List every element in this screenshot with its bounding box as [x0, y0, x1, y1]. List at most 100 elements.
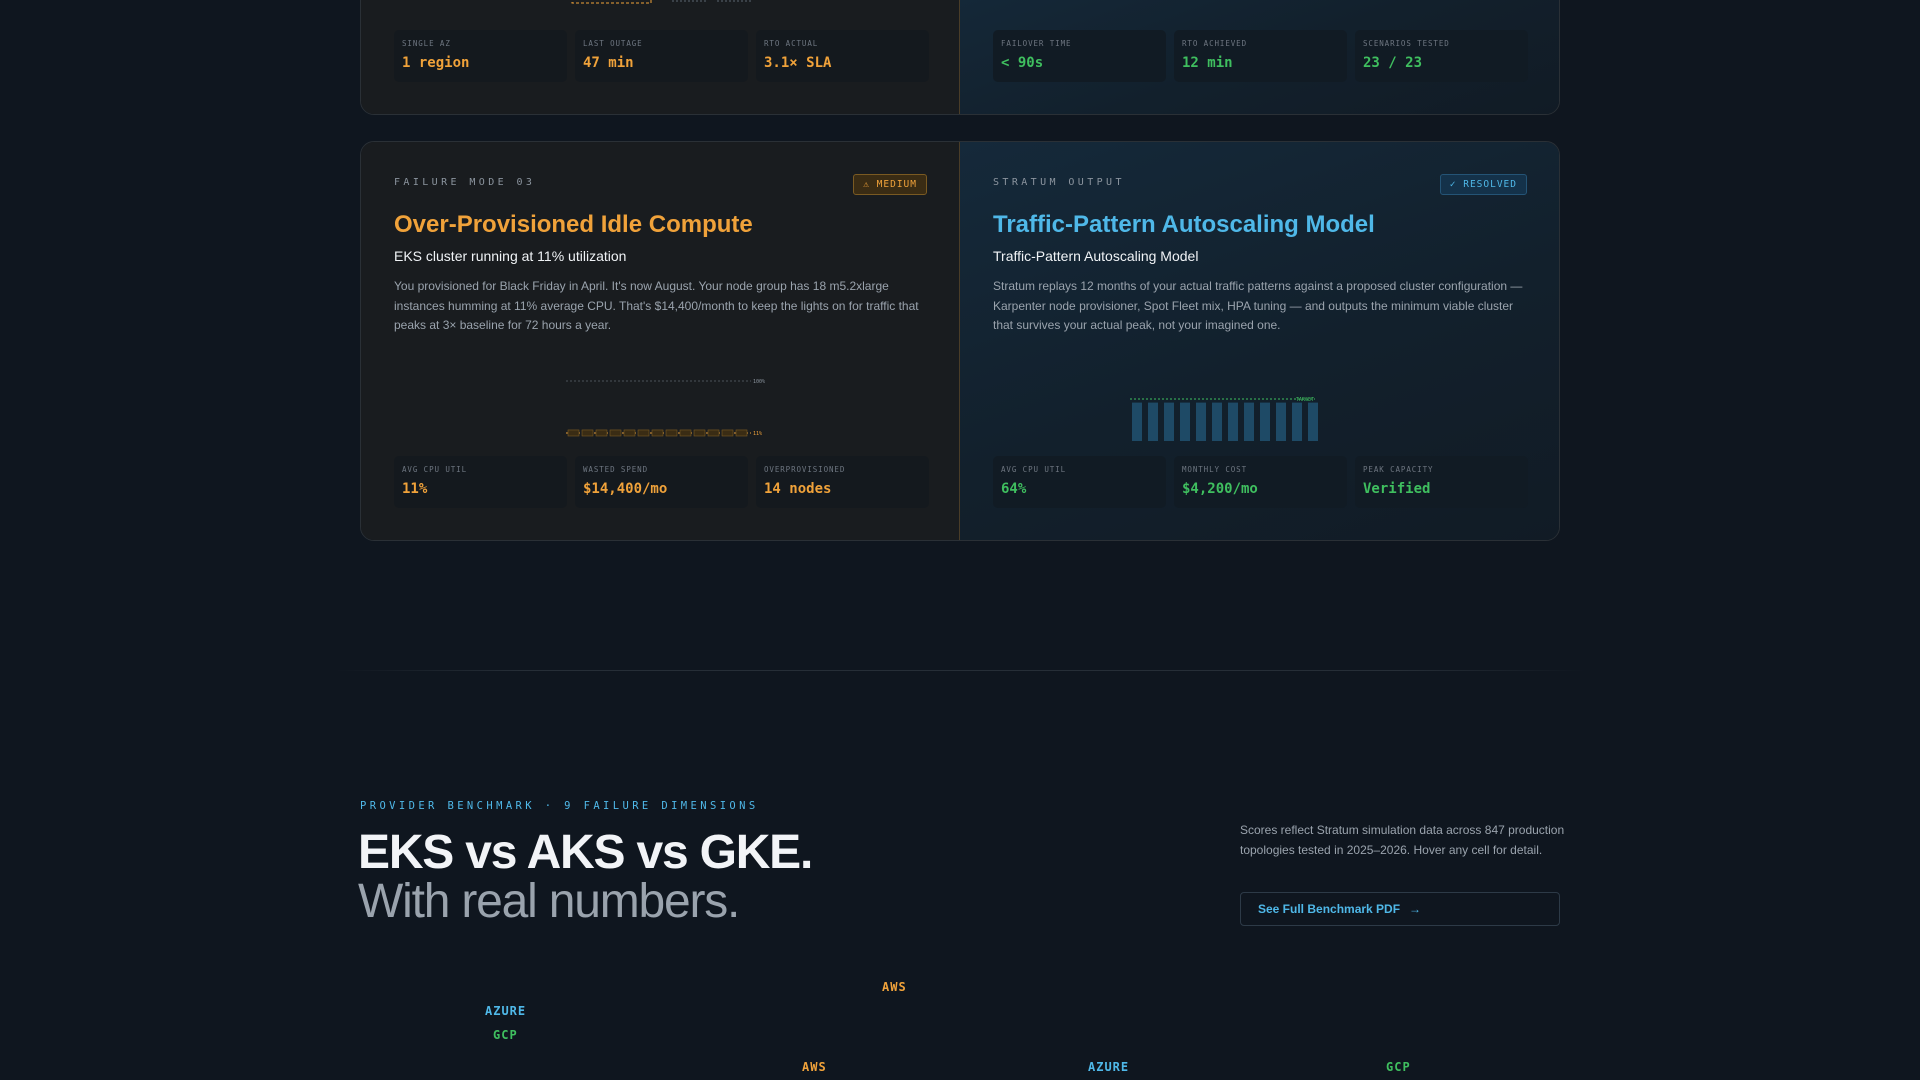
node-bar — [1276, 402, 1286, 441]
failure-panel: SINGLE AZ 1 region LAST OUTAGE 47 min RT… — [361, 0, 960, 114]
failure-title: Over-Provisioned Idle Compute — [394, 211, 753, 238]
section-divider — [335, 670, 1585, 671]
node-bar — [1196, 402, 1206, 441]
node-bar — [651, 429, 664, 437]
severity-badge: ⚠ MEDIUM — [853, 174, 927, 195]
stat-label: MONTHLY COST — [1182, 465, 1247, 474]
stat-value: 12 min — [1182, 55, 1233, 71]
benchmark-pdf-label: See Full Benchmark PDF — [1258, 902, 1401, 916]
stat-label: SCENARIOS TESTED — [1363, 39, 1450, 48]
node-bar — [1212, 402, 1222, 441]
resolved-badge: ✓ RESOLVED — [1439, 174, 1527, 195]
node-bar — [721, 429, 734, 437]
stat-value: $4,200/mo — [1182, 481, 1258, 497]
node-bar — [1260, 402, 1270, 441]
capacity-label: 100% — [753, 379, 765, 385]
stat-card: LAST OUTAGE 47 min — [575, 30, 748, 82]
arrow-right-icon: → — [1409, 902, 1422, 916]
node-bar — [609, 429, 622, 437]
stat-value: 11% — [402, 481, 428, 497]
stat-card: RTO ACTUAL 3.1× SLA — [756, 30, 929, 82]
stat-label: FAILOVER TIME — [1001, 39, 1072, 48]
node-bar — [735, 429, 748, 437]
stratum-output-label: STRATUM OUTPUT — [993, 177, 1125, 188]
node-bar — [637, 429, 650, 437]
node-bar — [595, 429, 608, 437]
benchmark-note: Scores reflect Stratum simulation data a… — [1240, 823, 1565, 857]
benchmark-eyebrow: PROVIDER BENCHMARK · 9 FAILURE DIMENSION… — [360, 800, 759, 812]
benchmark-subheading: With real numbers. — [358, 875, 740, 928]
node-bar — [1164, 402, 1174, 441]
node-bar — [707, 429, 720, 437]
solution-subtitle: Traffic-Pattern Autoscaling Model — [993, 248, 1199, 264]
failure-viz-fragment — [571, 0, 751, 4]
stat-card: SCENARIOS TESTED 23 / 23 — [1355, 30, 1528, 82]
stat-card: PEAK CAPACITY Verified — [1355, 456, 1528, 508]
stat-value: 23 / 23 — [1363, 55, 1423, 71]
provider-label-azure: AZURE — [485, 1004, 527, 1018]
node-bar — [581, 429, 594, 437]
column-header-gcp[interactable]: GCP — [1386, 1060, 1411, 1074]
stat-card: AVG CPU UTIL 64% — [993, 456, 1166, 508]
node-bar — [1132, 402, 1142, 441]
stat-card: AVG CPU UTIL 11% — [394, 456, 567, 508]
failure-description: You provisioned for Black Friday in Apri… — [394, 279, 919, 332]
stat-value: < 90s — [1001, 55, 1044, 71]
stat-card: FAILOVER TIME < 90s — [993, 30, 1166, 82]
autoscaling-viz: TARGET — [1130, 397, 1318, 441]
provider-label-aws: AWS — [882, 980, 907, 994]
stat-label: WASTED SPEND — [583, 465, 648, 474]
idle-compute-viz: 100% 11% — [566, 379, 765, 437]
column-header-azure[interactable]: AZURE — [1088, 1060, 1129, 1074]
utilization-label: 11% — [753, 431, 762, 437]
stat-label: RTO ACHIEVED — [1182, 39, 1247, 48]
stat-value: 3.1× SLA — [764, 55, 832, 71]
node-bar — [567, 429, 580, 437]
stat-label: AVG CPU UTIL — [402, 465, 467, 474]
stat-value: $14,400/mo — [583, 481, 668, 497]
stat-label: RTO ACTUAL — [764, 39, 819, 48]
target-label: TARGET — [1296, 397, 1314, 403]
stat-value: 47 min — [583, 55, 634, 71]
failure-subtitle: EKS cluster running at 11% utilization — [394, 248, 627, 264]
node-bar — [1292, 402, 1302, 441]
solution-panel: FAILOVER TIME < 90s RTO ACHIEVED 12 min … — [960, 0, 1559, 114]
benchmark-pdf-button[interactable]: See Full Benchmark PDF → — [1240, 892, 1560, 926]
column-header-aws[interactable]: AWS — [802, 1060, 827, 1074]
stat-label: OVERPROVISIONED — [764, 465, 846, 474]
solution-panel: STRATUM OUTPUT ✓ RESOLVED Traffic-Patter… — [960, 142, 1559, 540]
node-bar — [665, 429, 678, 437]
stat-value: Verified — [1363, 481, 1431, 497]
provider-label-gcp: GCP — [493, 1028, 518, 1042]
stat-card: SINGLE AZ 1 region — [394, 30, 567, 82]
solution-title: Traffic-Pattern Autoscaling Model — [993, 211, 1375, 238]
stat-card: RTO ACHIEVED 12 min — [1174, 30, 1347, 82]
node-bar — [1148, 402, 1158, 441]
node-bar — [679, 429, 692, 437]
stat-value: 64% — [1001, 481, 1027, 497]
node-bar — [693, 429, 706, 437]
comparison-row-availability: SINGLE AZ 1 region LAST OUTAGE 47 min RT… — [360, 0, 1560, 115]
failure-panel: FAILURE MODE 03 ⚠ MEDIUM Over-Provisione… — [361, 142, 960, 540]
stat-label: SINGLE AZ — [402, 39, 451, 48]
stat-value: 14 nodes — [764, 481, 832, 497]
stat-label: LAST OUTAGE — [583, 39, 643, 48]
solution-description: Stratum replays 12 months of your actual… — [993, 279, 1523, 332]
stat-value: 1 region — [402, 55, 470, 71]
stat-row: AVG CPU UTIL 64% MONTHLY COST $4,200/mo … — [993, 456, 1528, 508]
stat-card: MONTHLY COST $4,200/mo — [1174, 456, 1347, 508]
node-bar — [623, 429, 636, 437]
stat-row: FAILOVER TIME < 90s RTO ACHIEVED 12 min … — [993, 30, 1528, 82]
node-bar — [1180, 402, 1190, 441]
benchmark-heading: EKS vs AKS vs GKE. — [358, 826, 813, 879]
node-bars — [1132, 402, 1318, 441]
stat-label: AVG CPU UTIL — [1001, 465, 1066, 474]
stat-label: PEAK CAPACITY — [1363, 465, 1434, 474]
stat-card: OVERPROVISIONED 14 nodes — [756, 456, 929, 508]
node-bar — [1244, 402, 1254, 441]
node-bar — [1228, 402, 1238, 441]
stat-card: WASTED SPEND $14,400/mo — [575, 456, 748, 508]
stat-row: SINGLE AZ 1 region LAST OUTAGE 47 min RT… — [394, 30, 929, 82]
stat-row: AVG CPU UTIL 11% WASTED SPEND $14,400/mo… — [394, 456, 929, 508]
node-bar — [1308, 402, 1318, 441]
